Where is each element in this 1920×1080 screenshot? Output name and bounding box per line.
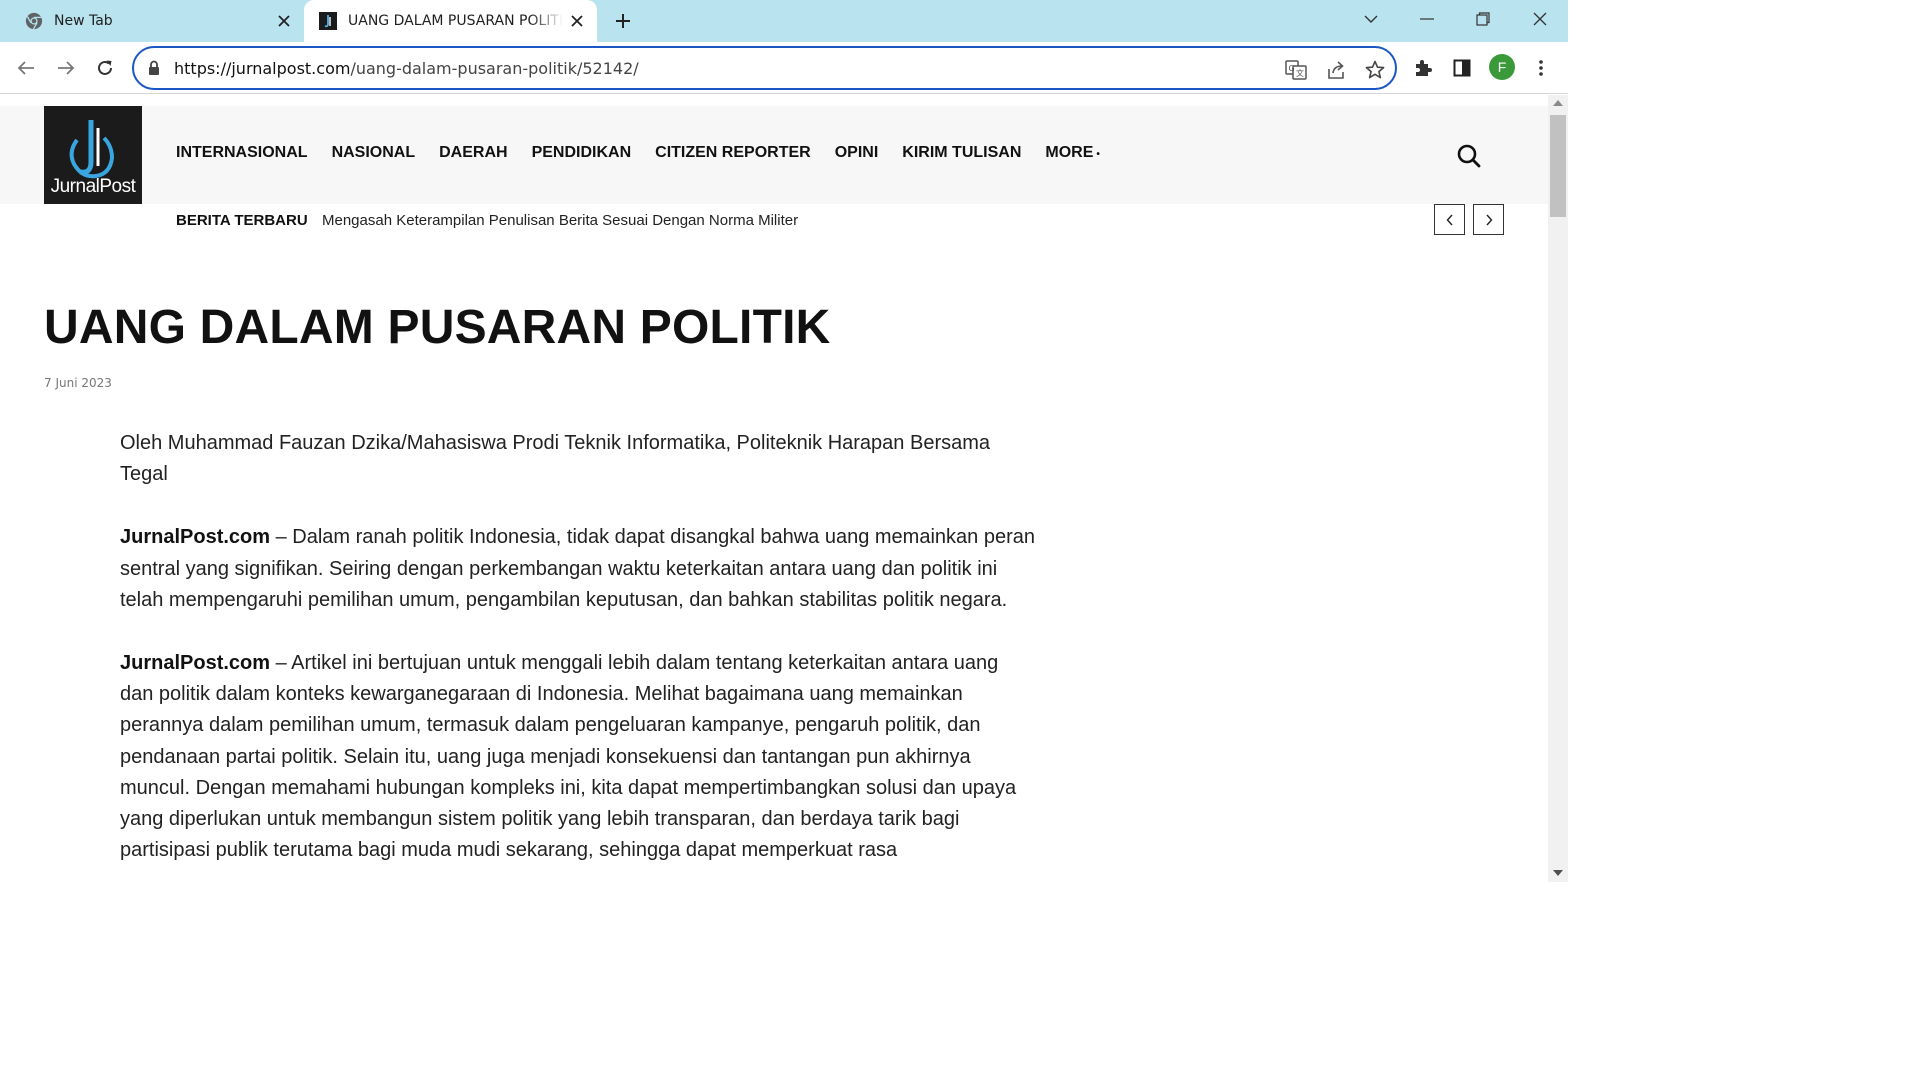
- article-title: UANG DALAM PUSARAN POLITIK: [44, 301, 831, 354]
- url-path: /uang-dalam-pusaran-politik/52142/: [350, 59, 639, 78]
- site-logo[interactable]: JurnalPost: [44, 106, 142, 204]
- tab-new-tab[interactable]: New Tab: [14, 0, 304, 42]
- article-byline: Oleh Muhammad Fauzan Dzika/Mahasiswa Pro…: [120, 432, 991, 486]
- close-tab-icon[interactable]: [270, 7, 298, 35]
- profile-avatar[interactable]: F: [1489, 54, 1515, 80]
- new-tab-button[interactable]: [608, 6, 638, 36]
- nav-item-daerah[interactable]: DAERAH: [439, 144, 507, 162]
- tab-strip: New Tab UANG DALAM PUSARAN POLITIK: [0, 0, 1568, 42]
- url-text[interactable]: https://jurnalpost.com/uang-dalam-pusara…: [174, 59, 639, 78]
- nav-item-pendidikan[interactable]: PENDIDIKAN: [532, 144, 632, 162]
- chevron-left-icon: [1446, 214, 1453, 225]
- svg-text:文: 文: [1296, 68, 1304, 78]
- article-date: 7 Juni 2023: [44, 376, 112, 390]
- reload-icon[interactable]: [89, 52, 121, 84]
- main-navigation: INTERNASIONAL NASIONAL DAERAH PENDIDIKAN…: [176, 144, 1124, 162]
- svg-text:G: G: [1289, 64, 1295, 73]
- back-arrow-icon[interactable]: [10, 52, 42, 84]
- dropdown-dot-icon: •: [1096, 149, 1100, 160]
- ticker-headline-link[interactable]: Mengasah Keterampilan Penulisan Berita S…: [322, 212, 798, 229]
- ticker-label: BERITA TERBARU: [176, 212, 308, 229]
- article-paragraph: JurnalPost.com – Artikel ini bertujuan u…: [120, 648, 1036, 866]
- article-body: Oleh Muhammad Fauzan Dzika/Mahasiswa Pro…: [120, 428, 1036, 882]
- close-window-icon[interactable]: [1519, 0, 1561, 38]
- jurnalpost-favicon: [318, 11, 338, 31]
- scrollbar-thumb[interactable]: [1550, 115, 1566, 217]
- nav-item-nasional[interactable]: NASIONAL: [332, 144, 416, 162]
- paragraph-lead: JurnalPost.com: [120, 652, 271, 675]
- tab-title: UANG DALAM PUSARAN POLITIK: [348, 13, 563, 29]
- nav-item-opini[interactable]: OPINI: [835, 144, 879, 162]
- ticker-next-button[interactable]: [1473, 204, 1504, 235]
- page-viewport: JurnalPost INTERNASIONAL NASIONAL DAERAH…: [0, 95, 1548, 882]
- chrome-icon: [24, 11, 44, 31]
- scroll-up-arrow-icon[interactable]: [1553, 100, 1563, 106]
- close-tab-icon[interactable]: [563, 7, 591, 35]
- browser-toolbar: https://jurnalpost.com/uang-dalam-pusara…: [0, 42, 1568, 94]
- tab-title: New Tab: [54, 13, 113, 29]
- bookmark-star-icon[interactable]: [1363, 58, 1387, 82]
- paragraph-lead: JurnalPost.com: [120, 526, 271, 549]
- ticker-prev-button[interactable]: [1434, 204, 1465, 235]
- nav-more-label: MORE: [1045, 144, 1094, 161]
- article-paragraph: JurnalPost.com – Dalam ranah politik Ind…: [120, 522, 1036, 616]
- extensions-puzzle-icon[interactable]: [1409, 54, 1437, 82]
- menu-kebab-icon[interactable]: [1527, 54, 1555, 82]
- lock-icon[interactable]: [148, 60, 160, 81]
- site-header: JurnalPost INTERNASIONAL NASIONAL DAERAH…: [0, 106, 1548, 204]
- nav-item-kirim-tulisan[interactable]: KIRIM TULISAN: [902, 144, 1021, 162]
- address-bar[interactable]: https://jurnalpost.com/uang-dalam-pusara…: [132, 46, 1397, 90]
- scroll-down-arrow-icon[interactable]: [1553, 870, 1563, 876]
- nav-item-citizen-reporter[interactable]: CITIZEN REPORTER: [655, 144, 811, 162]
- nav-item-more[interactable]: MORE •: [1045, 144, 1100, 162]
- nav-item-internasional[interactable]: INTERNASIONAL: [176, 144, 308, 162]
- search-icon[interactable]: [1456, 143, 1482, 169]
- news-ticker: BERITA TERBARU Mengasah Keterampilan Pen…: [176, 212, 798, 229]
- share-icon[interactable]: [1324, 58, 1348, 82]
- translate-icon[interactable]: G文: [1284, 58, 1308, 82]
- chevron-right-icon: [1485, 214, 1492, 225]
- side-panel-icon[interactable]: [1448, 54, 1476, 82]
- paragraph-text: – Artikel ini bertujuan untuk menggali l…: [120, 652, 1017, 862]
- restore-icon[interactable]: [1462, 0, 1504, 38]
- url-host: https://jurnalpost.com: [174, 59, 351, 78]
- tab-search-chevron-down-icon[interactable]: [1350, 0, 1392, 38]
- tab-article[interactable]: UANG DALAM PUSARAN POLITIK: [304, 0, 597, 42]
- forward-arrow-icon[interactable]: [50, 52, 82, 84]
- page-scrollbar[interactable]: [1548, 95, 1568, 882]
- logo-text: JurnalPost: [50, 176, 136, 197]
- minimize-icon[interactable]: [1406, 0, 1448, 38]
